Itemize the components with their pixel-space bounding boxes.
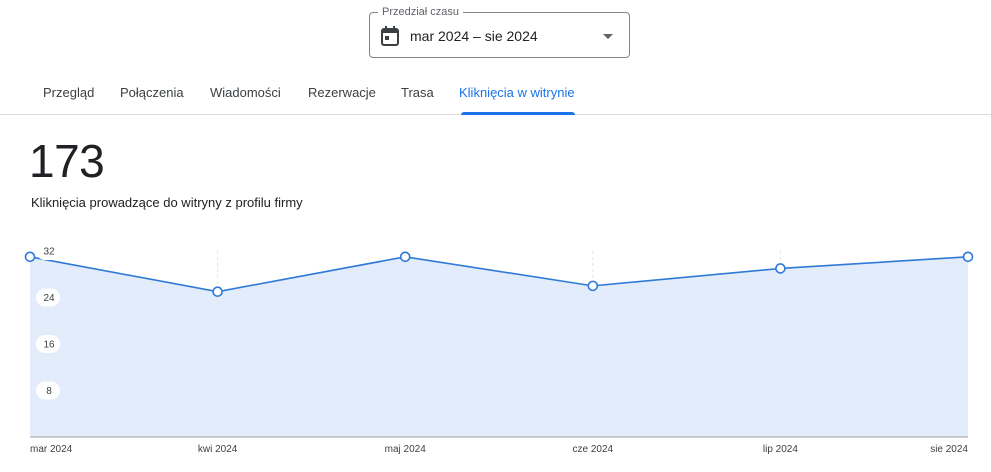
y-tick-32: 32 bbox=[36, 242, 60, 260]
x-tick-label: mar 2024 bbox=[30, 444, 73, 455]
tab-bar: Przegląd Połączenia Wiadomości Rezerwacj… bbox=[0, 72, 991, 115]
data-point[interactable] bbox=[962, 251, 974, 263]
data-point[interactable] bbox=[775, 263, 786, 274]
y-tick-16: 16 bbox=[36, 335, 60, 353]
x-tick-label: maj 2024 bbox=[385, 444, 427, 455]
x-tick-label: cze 2024 bbox=[573, 444, 614, 455]
active-tab-indicator bbox=[461, 112, 575, 115]
y-tick-label: 24 bbox=[43, 293, 55, 304]
x-tick-label: kwi 2024 bbox=[198, 444, 238, 455]
data-point[interactable] bbox=[399, 251, 411, 263]
metric-total: 173 bbox=[29, 135, 105, 187]
y-tick-label: 16 bbox=[43, 340, 55, 351]
x-tick-label: lip 2024 bbox=[763, 444, 798, 455]
date-range-legend: Przedział czasu bbox=[378, 5, 464, 19]
chevron-down-icon bbox=[603, 34, 613, 39]
y-tick-label: 8 bbox=[46, 386, 52, 397]
tab-website-clicks[interactable]: Kliknięcia w witrynie bbox=[459, 72, 575, 114]
tab-overview[interactable]: Przegląd bbox=[43, 72, 94, 114]
data-point[interactable] bbox=[587, 280, 599, 292]
x-tick-label: sie 2024 bbox=[930, 444, 968, 455]
tab-calls[interactable]: Połączenia bbox=[120, 72, 184, 114]
metric-label: Kliknięcia prowadzące do witryny z profi… bbox=[31, 195, 303, 210]
date-range-value: mar 2024 – sie 2024 bbox=[410, 28, 538, 44]
tab-messages[interactable]: Wiadomości bbox=[210, 72, 281, 114]
chart-area bbox=[30, 256, 968, 437]
data-point[interactable] bbox=[24, 251, 36, 263]
tab-bookings[interactable]: Rezerwacje bbox=[308, 72, 376, 114]
tab-directions[interactable]: Trasa bbox=[401, 72, 434, 114]
y-tick-8: 8 bbox=[36, 381, 60, 400]
calendar-icon bbox=[381, 26, 399, 46]
x-axis-ticks: mar 2024 kwi 2024 maj 2024 cze 2024 lip 2024… bbox=[30, 444, 968, 455]
y-tick-label: 32 bbox=[43, 247, 55, 258]
website-clicks-chart: 8 16 24 32 mar 2024 kwi 2024 maj 2024 cze 2024… bbox=[24, 242, 974, 455]
data-point[interactable] bbox=[212, 286, 223, 297]
y-tick-24: 24 bbox=[36, 288, 60, 307]
date-range-select[interactable]: Przedział czasu mar 2024 – sie 2024 bbox=[369, 5, 630, 58]
